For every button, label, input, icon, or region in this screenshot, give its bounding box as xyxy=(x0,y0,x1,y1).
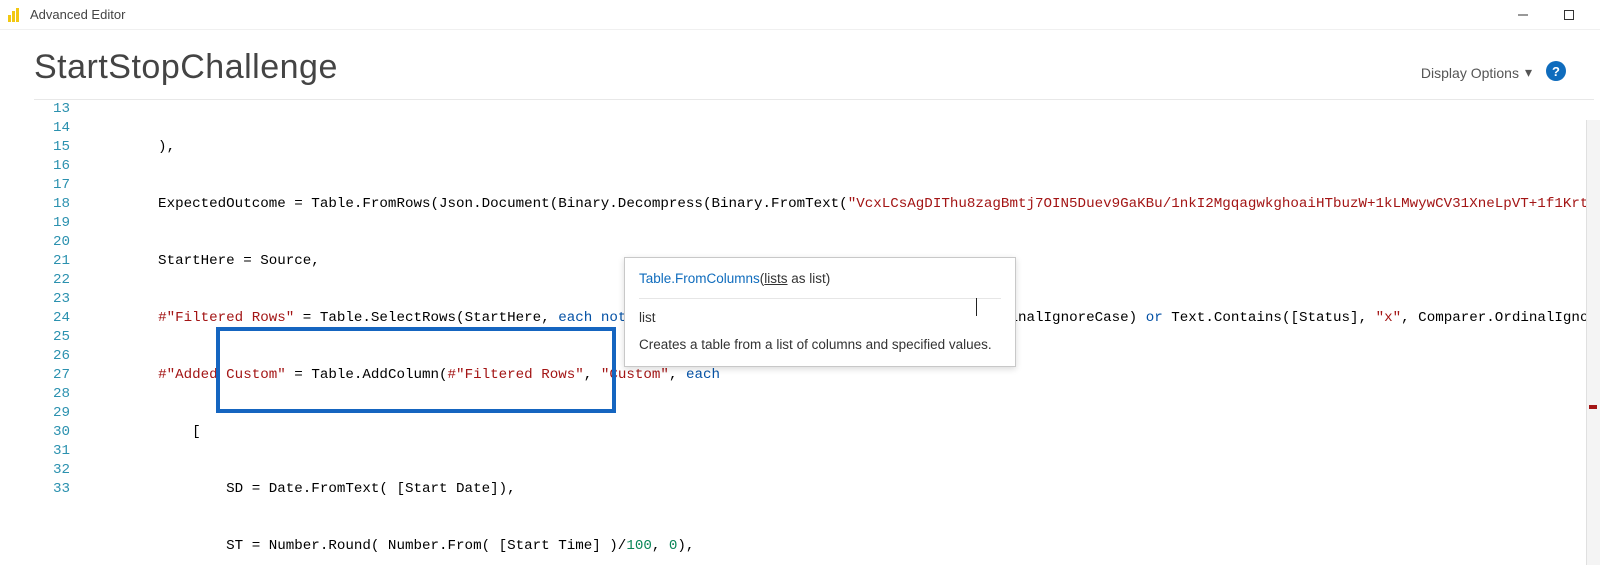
code-line[interactable]: #"Added Custom" = Table.AddColumn(#"Filt… xyxy=(94,366,1594,385)
help-icon[interactable]: ? xyxy=(1546,61,1566,81)
line-number-gutter: 13141516 17181920 21222324 25262728 2930… xyxy=(34,100,80,499)
page-title: StartStopChallenge xyxy=(34,48,338,87)
code-editor[interactable]: 13141516 17181920 21222324 25262728 2930… xyxy=(34,99,1594,100)
tooltip-signature: Table.FromColumns(lists as list) xyxy=(639,268,1001,290)
app-icon xyxy=(8,8,22,22)
minimize-button[interactable] xyxy=(1500,1,1546,29)
display-options-dropdown[interactable]: Display Options ▾ xyxy=(1421,64,1532,81)
code-line[interactable]: ExpectedOutcome = Table.FromRows(Json.Do… xyxy=(94,195,1594,214)
code-line[interactable]: SD = Date.FromText( [Start Date]), xyxy=(94,480,1594,499)
display-options-label: Display Options xyxy=(1421,65,1519,81)
maximize-button[interactable] xyxy=(1546,1,1592,29)
window-title: Advanced Editor xyxy=(30,7,125,22)
tooltip-description: Creates a table from a list of columns a… xyxy=(639,334,1001,356)
scrollbar[interactable] xyxy=(1586,120,1600,565)
code-line[interactable]: ), xyxy=(94,138,1594,157)
code-line[interactable]: ST = Number.Round( Number.From( [Start T… xyxy=(94,537,1594,556)
error-marker-icon xyxy=(1589,405,1597,409)
code-line[interactable]: [ xyxy=(94,423,1594,442)
intellisense-tooltip: Table.FromColumns(lists as list) list Cr… xyxy=(624,257,1016,367)
header: StartStopChallenge Display Options ▾ ? xyxy=(0,30,1600,93)
chevron-down-icon: ▾ xyxy=(1525,64,1532,81)
text-cursor-icon xyxy=(976,298,977,316)
tooltip-type: list xyxy=(639,307,1001,329)
titlebar: Advanced Editor xyxy=(0,0,1600,30)
